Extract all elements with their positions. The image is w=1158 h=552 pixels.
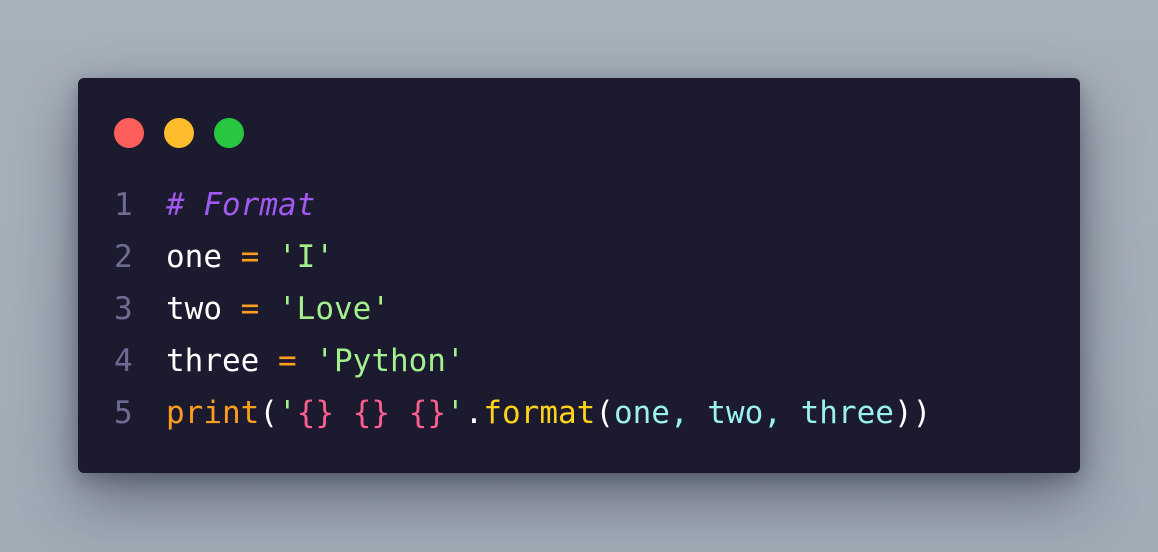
line-number: 5 [114, 395, 133, 431]
code-token-comment: # Format [166, 187, 316, 223]
code-token-op: = [222, 291, 278, 327]
code-token-str: 'I' [278, 239, 334, 275]
code-token-op: = [222, 239, 278, 275]
code-token-str: ' [278, 395, 297, 431]
code-token-dot: . [464, 395, 484, 431]
code-token-name: three [166, 343, 260, 379]
code-token-name: two [166, 291, 222, 327]
code-block: 1 # Format 2 one = 'I' 3 two = 'Love' 4 three =… [114, 179, 931, 439]
line-number: 2 [114, 239, 133, 275]
line-number: 3 [114, 291, 133, 327]
code-line: 3 two = 'Love' [114, 283, 931, 335]
maximize-window-button[interactable] [214, 118, 244, 148]
code-window: 1 # Format 2 one = 'I' 3 two = 'Love' 4 three =… [78, 78, 1080, 473]
minimize-window-button[interactable] [164, 118, 194, 148]
code-token-str: 'Love' [278, 291, 390, 327]
code-token-op: = [259, 343, 316, 379]
code-token-str: 'Python' [315, 343, 465, 379]
screenshot-background: 1 # Format 2 one = 'I' 3 two = 'Love' 4 three =… [0, 0, 1158, 552]
line-number: 1 [114, 187, 133, 223]
code-token-name: one [166, 239, 222, 275]
code-line: 1 # Format [114, 179, 931, 231]
line-number: 4 [114, 343, 133, 379]
code-line: 4 three = 'Python' [114, 335, 931, 387]
code-token-paren: )) [893, 395, 932, 431]
code-token-method: format [483, 395, 596, 431]
code-token-paren: ( [595, 395, 614, 431]
code-line: 2 one = 'I' [114, 231, 931, 283]
code-line: 5 print('{} {} {} '. format(one, two, three… [114, 387, 931, 439]
window-controls [114, 118, 244, 148]
code-token-fmt: {} {} {} [296, 395, 446, 431]
code-token-builtin: print [166, 395, 260, 431]
code-token-arg: one, two, three [613, 395, 894, 431]
code-token-paren: ( [259, 395, 278, 431]
code-token-str: ' [445, 395, 465, 431]
close-window-button[interactable] [114, 118, 144, 148]
